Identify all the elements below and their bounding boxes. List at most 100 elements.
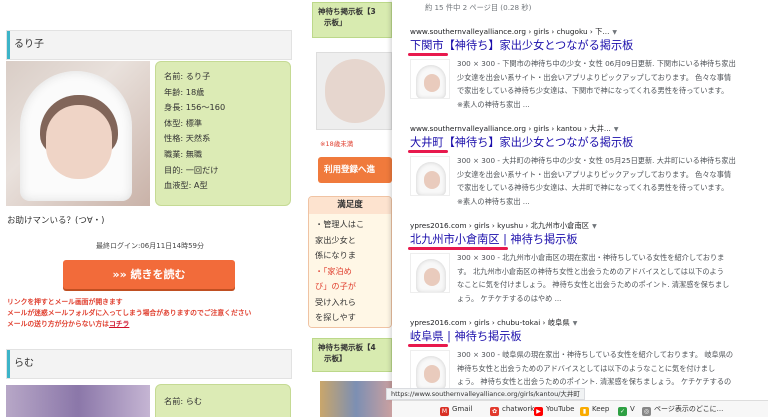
board-banner-bottom[interactable]: 神待ち掲示板【4 示板】: [312, 338, 392, 372]
profile-header: るり子: [6, 30, 292, 60]
banner-text: 神待ち掲示板【4: [318, 343, 376, 352]
read-more-button[interactable]: »» 続きを読む: [63, 260, 235, 289]
mail-warning: リンクを押すとメール画面が開きます メールが迷惑メールフォルダに入ってしまう場合…: [7, 297, 251, 330]
result-cite[interactable]: ypres2016.com › girls › kyushu › 北九州市小倉南…: [410, 221, 766, 232]
help-link[interactable]: コチラ: [109, 320, 129, 328]
result-stats: 約 15 件中 2 ページ目 (0.28 秒): [425, 3, 532, 12]
banner-text: 示板」: [324, 18, 347, 27]
result-title-keyword[interactable]: 下関市: [410, 39, 444, 52]
profile2-photo[interactable]: [6, 385, 150, 417]
warning-line: リンクを押すとメール画面が開きます: [7, 298, 123, 306]
last-login: 最終ログイン:06月11日14時59分: [96, 242, 204, 250]
result-title[interactable]: 岐阜県 | 神待ち掲示板: [408, 329, 766, 347]
register-button[interactable]: 利用登録へ進: [318, 157, 392, 183]
bookmark-page[interactable]: ◎ ページ表示のどこに...: [642, 404, 723, 416]
profile-row: 名前: るり子: [164, 71, 211, 81]
snippet-line: ょう。 神待ち女性と出会うためのポイント. 清潔感を保ちましょう。 ケチケチする…: [457, 377, 732, 386]
result-title-text[interactable]: 【神待ち】家出少女とつながる掲示板: [444, 136, 634, 149]
thumbnail-strip[interactable]: [320, 381, 392, 417]
bookmark-label: Keep: [592, 405, 610, 413]
satisfaction-line: 家出少女と: [315, 234, 356, 245]
bookmark-youtube[interactable]: ▶ YouTube: [534, 404, 575, 416]
result-title-keyword[interactable]: 北九州市小倉南区: [410, 233, 500, 246]
chevron-down-icon[interactable]: ▼: [614, 126, 619, 133]
chevron-down-icon[interactable]: ▼: [612, 29, 617, 36]
snippet-line: す。 北九州市小倉南区の神待ち女性と出会うためのアドバイスとしては以下のよう: [457, 266, 724, 276]
bookmark-label: V: [630, 405, 635, 413]
result-url[interactable]: ypres2016.com › girls › kyushu › 北九州市小倉南…: [410, 221, 589, 230]
bookmark-label: YouTube: [546, 405, 575, 413]
result-title-text[interactable]: | 神待ち掲示板: [444, 330, 521, 343]
satisfaction-title: 満足度: [309, 197, 391, 214]
profile-row: 性格: 天然系: [164, 133, 211, 144]
highlight-underline: [408, 344, 448, 347]
snippet-line: 300 × 300 - 岐阜県の現在家出・神待ちしている女性を紹介しております。…: [457, 350, 734, 359]
result-snippet: 300 × 300 - 大井町の神待ち中の少女・女性 05月25日更新. 大井町…: [410, 154, 766, 208]
bookmark-keep[interactable]: ▮ Keep: [580, 404, 610, 416]
satisfaction-line: を探しやす: [315, 312, 356, 322]
profile-row: 年齢: 18歳: [164, 86, 205, 97]
result-thumbnail[interactable]: [410, 350, 450, 390]
search-result: ypres2016.com › girls › kyushu › 北九州市小倉南…: [408, 221, 766, 305]
search-result: www.southernvalleyalliance.org › girls ›…: [408, 124, 766, 208]
snippet-line: で家出をしている神待ち少女達は、下関市で神になってくれる男性を待っています。: [457, 86, 729, 95]
profile2-details: 名前: らむ: [155, 384, 291, 417]
chevron-down-icon[interactable]: ▼: [573, 320, 578, 327]
chevron-down-icon[interactable]: ▼: [592, 223, 597, 230]
search-result: www.southernvalleyalliance.org › girls ›…: [408, 27, 766, 111]
result-thumbnail[interactable]: [410, 253, 450, 293]
profile-name-heading: るり子: [14, 39, 44, 50]
bookmark-chatwork[interactable]: ✿ chatwork: [490, 404, 535, 416]
result-url[interactable]: ypres2016.com › girls › chubu-tokai › 岐阜…: [410, 318, 570, 327]
profile-photo[interactable]: [6, 61, 150, 206]
globe-icon: ◎: [642, 407, 651, 416]
result-cite[interactable]: ypres2016.com › girls › chubu-tokai › 岐阜…: [410, 318, 766, 329]
banner-text: 神待ち掲示板【3: [318, 7, 376, 16]
snippet-line: 少女達を出会い系サイト・出会いアプリよりピックアップしております。 色々な事情: [457, 169, 732, 179]
snippet-line: 神待ち女性と出会うためのアドバイスとしては以下のようなことに気を付けまし: [457, 363, 716, 373]
snippet-line: 300 × 300 - 北九州市小倉南区の現在家出・神待ちしている女性を紹介して…: [457, 253, 725, 262]
search-results-panel: 約 15 件中 2 ページ目 (0.28 秒) www.southernvall…: [392, 0, 768, 400]
profile2-header: らむ: [6, 349, 292, 379]
result-title[interactable]: 北九州市小倉南区 | 神待ち掲示板: [408, 232, 766, 250]
result-url[interactable]: www.southernvalleyalliance.org › girls ›…: [410, 124, 611, 133]
result-url[interactable]: www.southernvalleyalliance.org › girls ›…: [410, 27, 609, 36]
satisfaction-line: 受け入れら: [315, 296, 356, 307]
warning-line: メールの送り方が分からない方はコチラ: [7, 319, 251, 330]
bookmark-gmail[interactable]: M Gmail: [440, 404, 472, 416]
profile-row: 目的: 一回だけ: [164, 164, 219, 175]
result-thumbnail[interactable]: [410, 156, 450, 196]
result-snippet: 300 × 300 - 岐阜県の現在家出・神待ちしている女性を紹介しております。…: [410, 348, 766, 390]
chatwork-icon: ✿: [490, 407, 499, 416]
snippet-line: ※素人の神待ち家出 ...: [457, 99, 530, 109]
banner-text: 示板】: [324, 354, 347, 363]
snippet-line: ょう。 ケチケチするのはやめ ...: [457, 293, 562, 303]
highlight-underline: [408, 150, 448, 153]
satisfaction-line: ・「家泊め: [315, 265, 352, 276]
bookmark-label: chatwork: [502, 405, 535, 413]
bookmark-v[interactable]: ✓ V: [618, 404, 635, 416]
snippet-line: で家出をしている神待ち少女達は、大井町で神になってくれる男性を待っています。: [457, 183, 729, 192]
gmail-icon: M: [440, 407, 449, 416]
warning-text: メールの送り方が分からない方は: [7, 320, 109, 328]
profile-row: 職業: 無職: [164, 148, 203, 159]
result-cite[interactable]: www.southernvalleyalliance.org › girls ›…: [410, 124, 766, 135]
result-title-keyword[interactable]: 大井町: [410, 136, 444, 149]
profile-row: 体型: 標準: [164, 117, 203, 128]
bookmarks-bar: M Gmail ✿ chatwork ▶ YouTube ▮ Keep ✓ V ◎ ページ表…: [392, 400, 768, 417]
profile-row: 血液型: A型: [164, 180, 208, 191]
result-title-keyword[interactable]: 岐阜県: [410, 330, 444, 343]
result-cite[interactable]: www.southernvalleyalliance.org › girls ›…: [410, 27, 766, 38]
profile-row: 名前: らむ: [164, 396, 203, 406]
girl-image[interactable]: [316, 52, 392, 130]
board-banner-top[interactable]: 神待ち掲示板【3 示板」: [312, 2, 392, 38]
result-snippet: 300 × 300 - 北九州市小倉南区の現在家出・神待ちしている女性を紹介して…: [410, 251, 766, 305]
result-title-text[interactable]: | 神待ち掲示板: [500, 233, 577, 246]
satisfaction-line: び」の子が: [315, 281, 356, 291]
result-title[interactable]: 大井町【神待ち】家出少女とつながる掲示板: [408, 135, 766, 153]
result-snippet: 300 × 300 - 下関市の神待ち中の少女・女性 06月09日更新. 下関市…: [410, 57, 766, 111]
result-title[interactable]: 下関市【神待ち】家出少女とつながる掲示板: [408, 38, 766, 56]
snippet-line: 少女達を出会い系サイト・出会いアプリよりピックアップしております。 色々な事情: [457, 72, 732, 82]
result-title-text[interactable]: 【神待ち】家出少女とつながる掲示板: [444, 39, 634, 52]
result-thumbnail[interactable]: [410, 59, 450, 99]
